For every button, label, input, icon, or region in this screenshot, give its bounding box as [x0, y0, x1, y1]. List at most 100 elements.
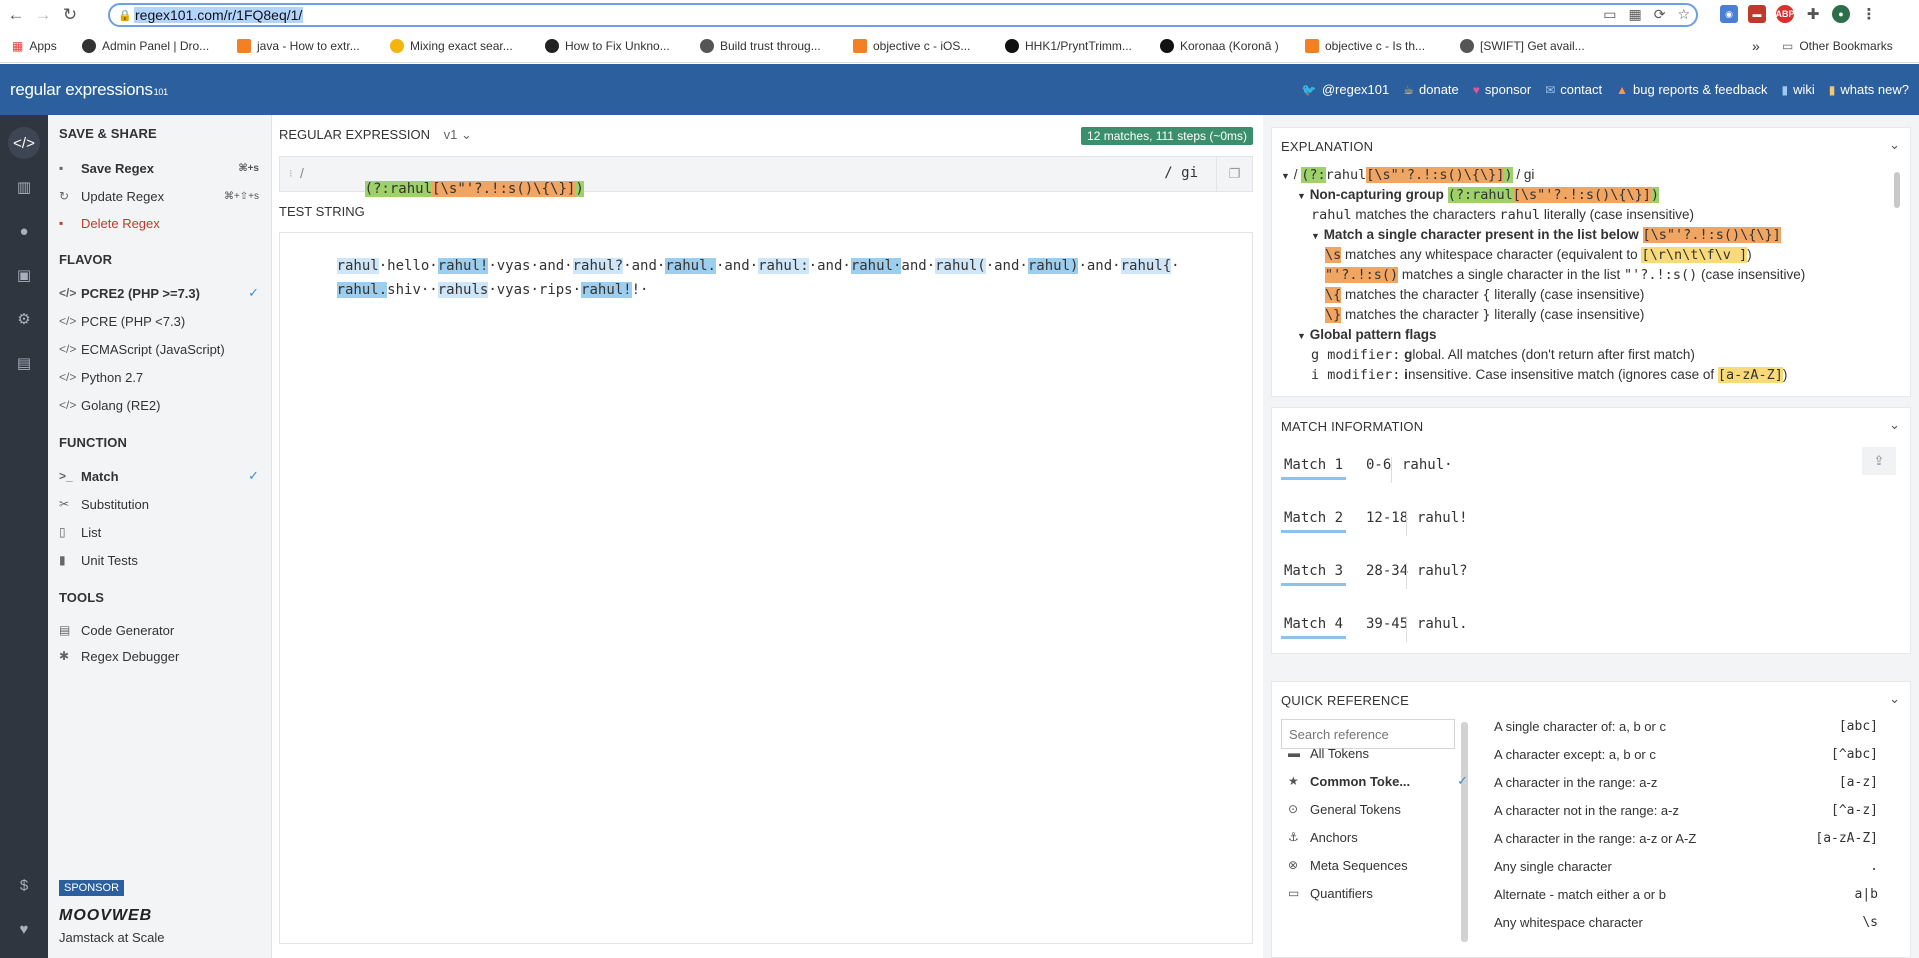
collapse-chevron-icon[interactable]: ⌄ — [1889, 137, 1900, 153]
settings-gear-icon[interactable]: ⚙ — [8, 303, 40, 335]
flavor-ecmascript[interactable]: </> ECMAScript (JavaScript) — [59, 338, 259, 360]
explanation-line-charclass: ▼ Match a single character present in th… — [1311, 227, 1781, 243]
flavor-python[interactable]: </> Python 2.7 — [59, 366, 259, 388]
bookmark-objective-c-is[interactable]: objective c - Is th... — [1305, 39, 1425, 53]
reference-entry-desc[interactable]: A character in the range: a-z or A-Z — [1494, 831, 1696, 846]
test-string-input[interactable]: rahul·hello·rahul!·vyas·and·rahul?·and·r… — [279, 232, 1253, 944]
sponsor-logo[interactable]: MOOVWEB — [59, 907, 152, 925]
stackoverflow-icon — [1305, 39, 1319, 53]
twitter-link[interactable]: 🐦 @regex101 — [1302, 82, 1389, 97]
star-bookmark-icon[interactable]: ☆ — [1677, 6, 1690, 23]
bookmark-github-prynt[interactable]: HHK1/PryntTrimm... — [1005, 39, 1132, 53]
bookmark-apps[interactable]: ▦ Apps — [12, 39, 57, 53]
reference-entry-pattern: [abc] — [1838, 719, 1878, 734]
code-generator-tool[interactable]: ▤ Code Generator — [59, 619, 259, 641]
save-regex-button[interactable]: ▪ Save Regex ⌘+s — [59, 157, 259, 179]
whats-new-link[interactable]: ▮ whats new? — [1829, 82, 1909, 97]
function-substitution[interactable]: ✂ Substitution — [59, 493, 259, 515]
update-regex-button[interactable]: ↻ Update Regex ⌘+⇧+s — [59, 185, 259, 207]
expand-triangle-icon[interactable]: ▼ — [1311, 231, 1320, 241]
reference-entry-desc[interactable]: A character not in the range: a-z — [1494, 803, 1679, 818]
match-row-1[interactable]: Match 1 0-6 rahul· — [1281, 457, 1901, 489]
regex-flags[interactable]: / gi — [1164, 165, 1198, 181]
reference-entry-desc[interactable]: A character in the range: a-z — [1494, 775, 1657, 790]
grid-icon: ▬ — [1288, 746, 1300, 760]
mail-icon: ✉ — [1545, 82, 1556, 97]
explanation-line-close-brace: \} matches the character } literally (ca… — [1325, 307, 1645, 323]
quiz-game-icon[interactable]: ▣ — [8, 259, 40, 291]
donate-link[interactable]: ☕ donate — [1403, 82, 1459, 97]
bug-reports-link[interactable]: ▲ bug reports & feedback — [1616, 82, 1767, 97]
puzzle-extensions-icon[interactable]: ✚ — [1804, 5, 1822, 23]
match-information-title: MATCH INFORMATION — [1281, 419, 1424, 434]
contact-link[interactable]: ✉ contact — [1545, 82, 1602, 97]
collapse-chevron-icon[interactable]: ⌄ — [1889, 691, 1900, 707]
sponsor-link[interactable]: ♥ sponsor — [1473, 82, 1531, 97]
dollar-icon[interactable]: $ — [8, 869, 40, 901]
function-unit-tests[interactable]: ▮ Unit Tests — [59, 549, 259, 571]
match-row-3[interactable]: Match 3 28-34 rahul? — [1281, 563, 1901, 595]
chat-icon[interactable]: ▤ — [8, 347, 40, 379]
delete-regex-button[interactable]: ▪ Delete Regex — [59, 212, 259, 234]
reference-entry-desc[interactable]: A single character of: a, b or c — [1494, 719, 1666, 734]
bookmark-swift[interactable]: [SWIFT] Get avail... — [1460, 39, 1585, 53]
copy-icon[interactable]: ❐ — [1216, 157, 1252, 191]
code-editor-icon[interactable]: </> — [8, 127, 40, 159]
function-list[interactable]: ▯ List — [59, 521, 259, 543]
reference-entry-desc[interactable]: A character except: a, b or c — [1494, 747, 1656, 762]
explanation-line-list: "'?.!:s() matches a single character in … — [1325, 267, 1806, 283]
other-bookmarks[interactable]: ▭ Other Bookmarks — [1782, 39, 1893, 53]
camera-extension-icon[interactable]: ◉ — [1720, 5, 1738, 23]
bookmark-objective-c-ios[interactable]: objective c - iOS... — [853, 39, 970, 53]
url-text[interactable]: regex101.com/r/1FQ8eq/1/ — [134, 7, 304, 23]
flavor-pcre2[interactable]: </> PCRE2 (PHP >=7.3) ✓ — [59, 282, 259, 304]
menu-icon[interactable]: ⋮ — [1860, 5, 1878, 23]
back-icon[interactable]: ← — [5, 4, 27, 26]
match-row-2[interactable]: Match 2 12-18 rahul! — [1281, 510, 1901, 542]
version-dropdown[interactable]: v1 ⌄ — [444, 127, 472, 142]
bookmark-fix-unknown[interactable]: How to Fix Unkno... — [545, 39, 670, 53]
explanation-scrollbar[interactable] — [1894, 172, 1900, 208]
apple-icon — [1460, 39, 1474, 53]
reference-entry-desc[interactable]: Alternate - match either a or b — [1494, 887, 1666, 902]
bookmark-admin-panel[interactable]: Admin Panel | Dro... — [82, 39, 209, 53]
expand-triangle-icon[interactable]: ▼ — [1297, 191, 1306, 201]
bookmark-mixing[interactable]: Mixing exact sear... — [390, 39, 513, 53]
category-meta-sequences[interactable]: ⊗ Meta Sequences — [1288, 854, 1468, 876]
more-bookmarks-icon[interactable]: » — [1752, 38, 1760, 54]
reference-entry-desc[interactable]: Any whitespace character — [1494, 915, 1643, 930]
reference-entry-desc[interactable]: Any single character — [1494, 859, 1612, 874]
update-icon[interactable]: ⟳ — [1654, 6, 1666, 23]
category-general-tokens[interactable]: ⊙ General Tokens — [1288, 798, 1468, 820]
expand-triangle-icon[interactable]: ▼ — [1297, 331, 1306, 341]
reload-icon[interactable]: ↻ — [59, 4, 81, 26]
red-extension-icon[interactable]: ▬ — [1748, 5, 1766, 23]
bookmark-github-koronaa[interactable]: Koronaa (Koronā ) — [1160, 39, 1279, 53]
function-match[interactable]: >_ Match ✓ — [59, 465, 259, 487]
flavor-golang[interactable]: </> Golang (RE2) — [59, 394, 259, 416]
qr-icon[interactable]: ▦ — [1628, 6, 1641, 23]
category-all-tokens[interactable]: ▬ All Tokens — [1288, 742, 1468, 764]
regex-debugger-tool[interactable]: ✱ Regex Debugger — [59, 645, 259, 667]
match-row-4[interactable]: Match 4 39-45 rahul. — [1281, 616, 1901, 648]
category-anchors[interactable]: ⚓ Anchors — [1288, 826, 1468, 848]
drag-handle-icon[interactable]: ⁝ — [289, 167, 293, 180]
collapse-chevron-icon[interactable]: ⌄ — [1889, 417, 1900, 433]
flavor-pcre[interactable]: </> PCRE (PHP <7.3) — [59, 310, 259, 332]
library-icon[interactable]: ▥ — [8, 171, 40, 203]
profile-avatar[interactable]: ● — [1832, 5, 1850, 23]
forward-icon[interactable]: → — [32, 4, 54, 26]
expand-triangle-icon[interactable]: ▼ — [1281, 171, 1290, 181]
regex-input-bar[interactable]: ⁝ / (?:rahul[\s"'?.!:s()\{\}]) / gi ❐ — [279, 156, 1253, 197]
address-bar[interactable]: 🔒 regex101.com/r/1FQ8eq/1/ ▭ ▦ ⟳ ☆ — [108, 3, 1698, 27]
bookmark-java[interactable]: java - How to extr... — [237, 39, 360, 53]
heart-rail-icon[interactable]: ♥ — [8, 913, 40, 945]
wiki-link[interactable]: ▮ wiki — [1781, 82, 1814, 97]
bookmark-build-trust[interactable]: Build trust throug... — [700, 39, 821, 53]
account-icon[interactable]: ● — [8, 215, 40, 247]
category-common-tokens[interactable]: ★ Common Toke... ✓ — [1288, 770, 1468, 792]
site-logo[interactable]: regular expressions101 — [10, 80, 168, 100]
cast-icon[interactable]: ▭ — [1603, 6, 1616, 23]
category-quantifiers[interactable]: ▭ Quantifiers — [1288, 882, 1468, 904]
adblock-extension-icon[interactable]: ABP — [1776, 5, 1795, 23]
